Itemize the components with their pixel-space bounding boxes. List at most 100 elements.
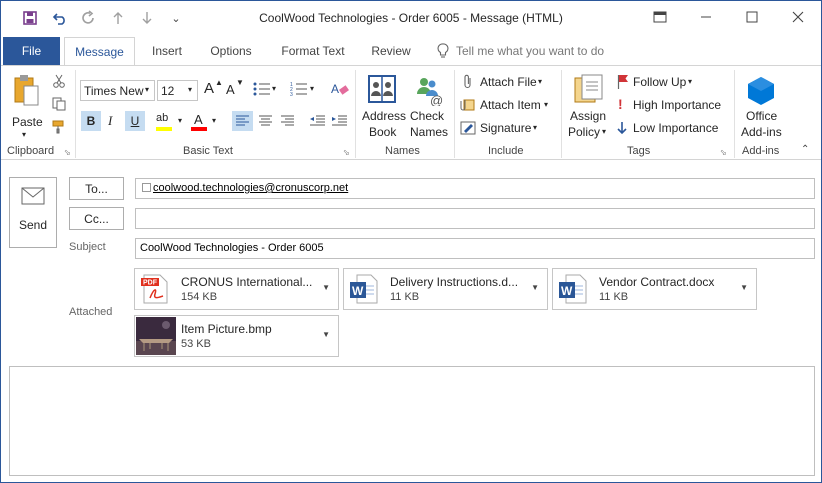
format-painter-icon[interactable] [52,120,66,137]
chevron-down-icon: ▾ [22,130,27,139]
close-icon[interactable] [775,1,821,33]
font-size-select[interactable]: 12 ▾ [157,80,198,101]
high-importance-label: High Importance [633,98,722,112]
tab-review[interactable]: Review [363,37,419,65]
italic-button[interactable]: I [108,113,112,129]
message-body[interactable] [9,366,815,476]
font-name-select[interactable]: Times New ▾ [80,80,155,101]
attachment-name: Delivery Instructions.d... [390,275,519,289]
underline-button[interactable]: U [125,111,145,131]
restore-icon[interactable] [637,1,683,33]
names-group-label: Names [385,145,420,157]
chevron-down-icon: ▾ [212,116,217,125]
image-thumbnail [136,317,176,358]
tab-format-text[interactable]: Format Text [271,37,355,65]
font-size-value: 12 [161,84,175,98]
chevron-down-icon[interactable]: ▼ [322,330,330,339]
numbering-icon[interactable]: 123 [290,81,308,100]
address-book-button[interactable]: Address Book [359,72,407,144]
collapse-ribbon-icon[interactable]: ⌃ [801,144,809,155]
office-addins-icon [747,76,775,109]
tab-insert[interactable]: Insert [141,37,193,65]
bold-button[interactable]: B [81,111,101,131]
address-book-label-line1: Address [362,109,407,123]
tab-file[interactable]: File [3,37,60,65]
paste-button[interactable]: Paste ▾ [9,72,47,139]
subject-value: CoolWood Technologies - Order 6005 [140,242,324,254]
font-color-button[interactable]: A [191,112,209,132]
title-bar: ⌄ CoolWood Technologies - Order 6005 - M… [1,1,821,35]
attachment-item[interactable]: PDF CRONUS International... 154 KB ▼ [134,268,339,310]
chevron-down-icon: ▾ [602,127,607,136]
group-divider [561,70,562,158]
assign-policy-icon [573,74,603,107]
shrink-font-button[interactable]: A [226,82,235,97]
attach-item-button[interactable]: Attach Item ▾ [460,97,560,115]
align-center-button[interactable] [255,111,276,131]
chevron-down-icon[interactable]: ▼ [740,283,748,292]
chevron-down-icon: ▾ [688,77,693,86]
follow-up-button[interactable]: Follow Up ▾ [615,74,725,92]
tell-me-box[interactable]: Tell me what you want to do [437,43,617,61]
grow-font-button[interactable]: A [204,80,214,97]
font-color-glyph: A [194,112,203,127]
word-file-icon: W [558,274,588,307]
signature-label: Signature [480,121,532,135]
dialog-launcher-icon[interactable]: ⬂ [64,148,71,157]
bullets-icon[interactable] [253,81,271,100]
ribbon: Paste ▾ Clipboard ⬂ Times New ▾ 12 ▾ A ▲… [1,65,821,160]
font-name-value: Times New [84,84,144,98]
clipboard-icon [13,74,41,111]
attach-file-button[interactable]: Attach File ▾ [460,74,560,92]
dialog-launcher-icon[interactable]: ⬂ [720,148,727,157]
minimize-icon[interactable] [683,1,729,33]
basic-text-group-label: Basic Text [183,145,233,157]
align-left-button[interactable] [232,111,253,131]
signature-button[interactable]: Signature ▾ [460,120,560,138]
chevron-down-icon[interactable]: ▼ [322,283,330,292]
check-names-label-line1: Check [410,109,445,123]
check-names-icon: @ [413,74,445,109]
low-importance-button[interactable]: Low Importance [615,120,727,138]
attachment-size: 154 KB [181,291,218,303]
align-right-button[interactable] [277,111,298,131]
send-button[interactable]: Send [9,177,57,248]
send-label: Send [18,218,48,232]
to-button[interactable]: To... [69,177,124,200]
paste-label: Paste [12,115,43,129]
to-field[interactable]: coolwood.technologies@cronuscorp.net [135,178,815,199]
decrease-indent-icon[interactable] [307,111,328,131]
lightbulb-icon [437,43,449,62]
address-book-icon [367,74,397,107]
subject-label: Subject [69,241,106,253]
high-importance-button[interactable]: ! High Importance [615,96,727,115]
recipient-email[interactable]: coolwood.technologies@cronuscorp.net [153,182,348,194]
check-names-button[interactable]: @ Check Names [407,72,451,144]
increase-indent-icon[interactable] [329,111,350,131]
dialog-launcher-icon[interactable]: ⬂ [343,148,350,157]
ribbon-tabs: File Message Insert Options Format Text … [1,37,821,66]
copy-icon[interactable] [52,97,66,114]
cut-icon[interactable] [52,74,66,91]
group-divider [734,70,735,158]
attachment-item[interactable]: W Delivery Instructions.d... 11 KB ▼ [343,268,548,310]
attach-item-icon [460,97,476,116]
paperclip-icon [462,74,474,93]
attachment-item[interactable]: Item Picture.bmp 53 KB ▼ [134,315,339,357]
tab-message[interactable]: Message [64,37,135,66]
cc-button[interactable]: Cc... [69,207,124,230]
chevron-down-icon: ▾ [188,85,193,94]
cc-field[interactable] [135,208,815,229]
attach-item-label: Attach Item [480,98,541,112]
attachment-size: 11 KB [390,291,420,303]
low-importance-arrow-icon [616,121,628,138]
attachment-item[interactable]: W Vendor Contract.docx 11 KB ▼ [552,268,757,310]
highlight-button[interactable]: ab [156,112,174,132]
assign-policy-button[interactable]: Assign Policy ▾ [565,72,611,144]
tab-options[interactable]: Options [200,37,262,65]
office-addins-button[interactable]: Office Add-ins [738,72,786,144]
maximize-icon[interactable] [729,1,775,33]
clear-formatting-icon[interactable]: A [331,81,349,100]
subject-field[interactable]: CoolWood Technologies - Order 6005 [135,238,815,259]
chevron-down-icon[interactable]: ▼ [531,283,539,292]
